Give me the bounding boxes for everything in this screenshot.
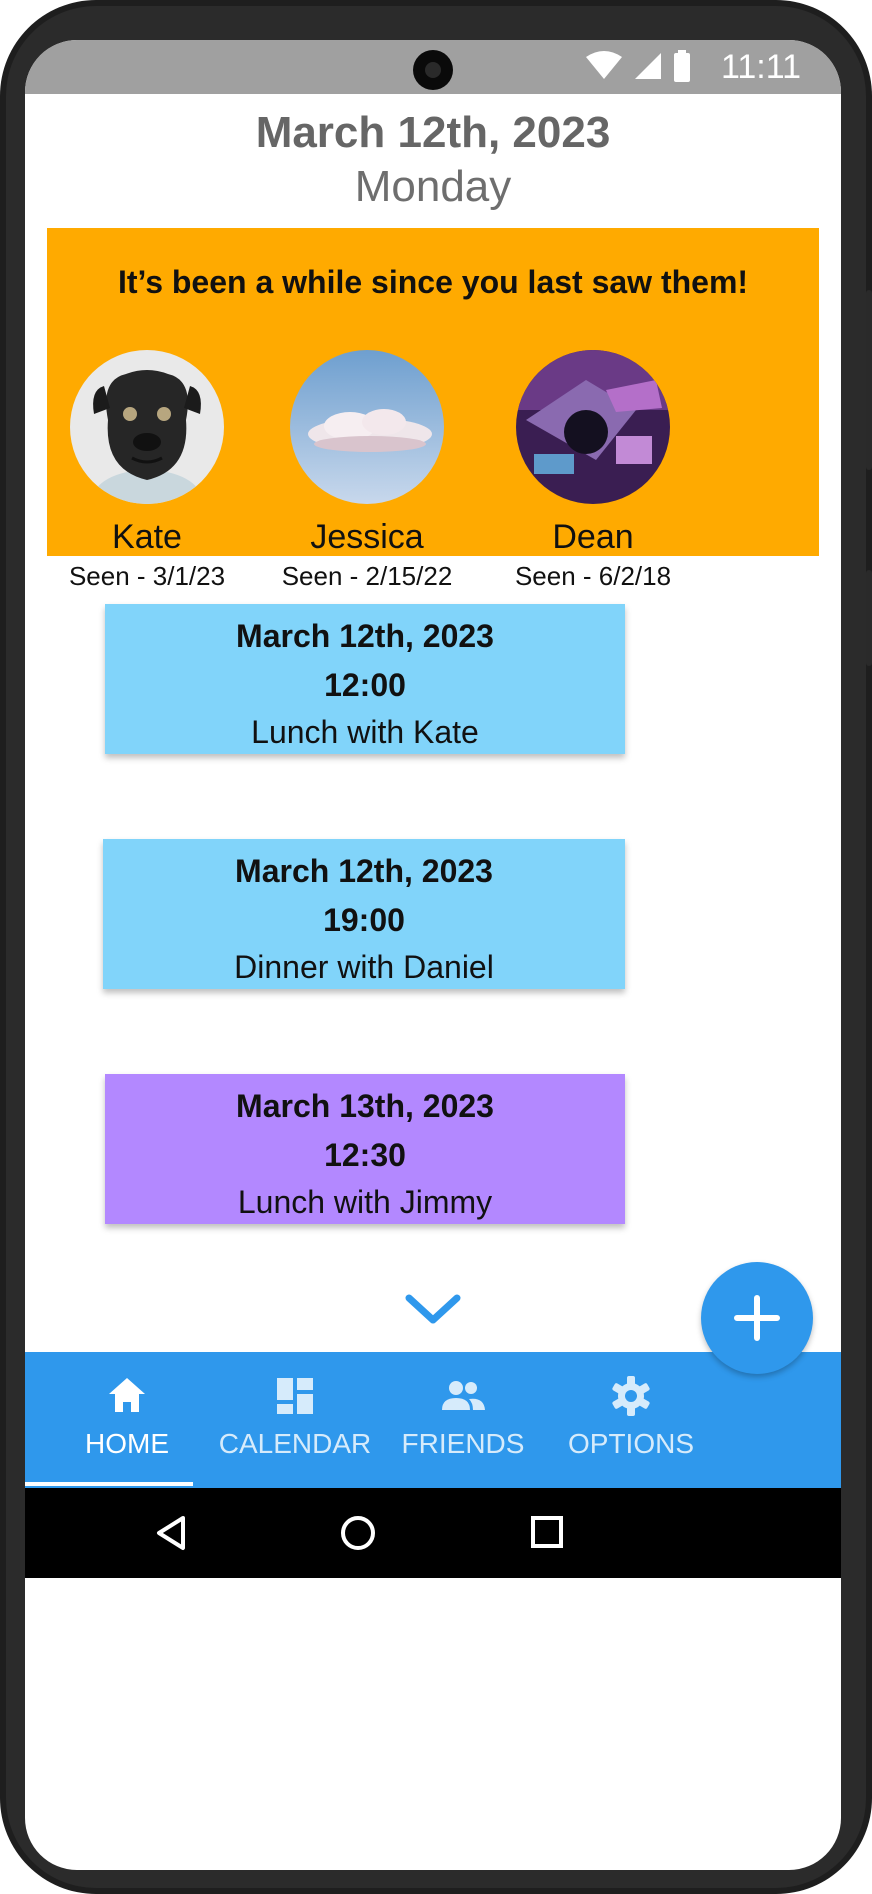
add-event-button[interactable] bbox=[701, 1262, 813, 1374]
battery-icon bbox=[674, 50, 690, 82]
event-date: March 12th, 2023 bbox=[235, 853, 493, 889]
system-nav-bar bbox=[25, 1488, 841, 1578]
event-time: 12:30 bbox=[324, 1137, 406, 1173]
event-date: March 12th, 2023 bbox=[236, 618, 494, 654]
abstract-photo bbox=[516, 350, 670, 504]
plus-icon bbox=[734, 1295, 780, 1341]
active-tab-indicator bbox=[25, 1482, 193, 1486]
cloud-photo bbox=[290, 350, 444, 504]
friend-last-seen: Seen - 3/1/23 bbox=[68, 561, 226, 591]
recents-icon[interactable] bbox=[529, 1514, 565, 1550]
event-title: Dinner with Daniel bbox=[234, 949, 494, 985]
event-card[interactable]: March 12th, 2023 19:00 Dinner with Danie… bbox=[103, 839, 625, 989]
nav-label: OPTIONS bbox=[567, 1428, 694, 1459]
status-time: 11:11 bbox=[720, 48, 801, 86]
status-bar: 11:11 bbox=[25, 40, 841, 94]
screen: 11:11 March 12th, 2023 Monday It’s been … bbox=[25, 40, 841, 1870]
people-icon bbox=[442, 1381, 485, 1410]
back-icon[interactable] bbox=[153, 1514, 189, 1552]
friend-avatar bbox=[70, 350, 224, 504]
phone-frame: 11:11 March 12th, 2023 Monday It’s been … bbox=[0, 0, 872, 1894]
friend-avatar bbox=[290, 350, 444, 504]
front-camera bbox=[413, 50, 453, 90]
friend-name: Jessica bbox=[310, 518, 424, 556]
banner-title: It’s been a while since you last saw the… bbox=[117, 264, 749, 300]
event-card[interactable]: March 13th, 2023 12:30 Lunch with Jimmy bbox=[105, 1074, 625, 1224]
pug-photo bbox=[70, 350, 224, 504]
friend-last-seen: Seen - 6/2/18 bbox=[514, 561, 672, 591]
status-icons bbox=[585, 50, 691, 82]
friend-name: Dean bbox=[552, 518, 634, 556]
friend-last-seen: Seen - 2/15/22 bbox=[281, 561, 453, 591]
signal-icon bbox=[635, 53, 661, 79]
wifi-icon bbox=[586, 51, 622, 79]
power-button bbox=[866, 570, 872, 666]
event-card[interactable]: March 12th, 2023 12:00 Lunch with Kate bbox=[105, 604, 625, 754]
event-title: Lunch with Jimmy bbox=[237, 1184, 493, 1220]
friend-card-jessica[interactable]: Jessica Seen - 2/15/22 bbox=[267, 350, 467, 592]
home-circle-icon[interactable] bbox=[339, 1514, 377, 1552]
event-title: Lunch with Kate bbox=[251, 714, 479, 750]
friend-card-dean[interactable]: Dean Seen - 6/2/18 bbox=[493, 350, 693, 592]
page-date: March 12th, 2023 bbox=[255, 108, 611, 157]
gear-icon bbox=[612, 1376, 650, 1416]
show-more-chevron-icon[interactable] bbox=[403, 1290, 463, 1335]
friend-avatar bbox=[516, 350, 670, 504]
event-date: March 13th, 2023 bbox=[236, 1088, 494, 1124]
event-time: 19:00 bbox=[323, 902, 405, 938]
friend-name: Kate bbox=[112, 518, 182, 556]
event-time: 12:00 bbox=[324, 667, 406, 703]
dashboard-icon bbox=[277, 1378, 313, 1414]
home-icon bbox=[109, 1378, 145, 1412]
volume-button bbox=[866, 290, 872, 470]
friend-card-kate[interactable]: Kate Seen - 3/1/23 bbox=[47, 350, 247, 592]
page-day: Monday bbox=[354, 162, 512, 211]
reconnect-banner: It’s been a while since you last saw the… bbox=[47, 228, 819, 591]
